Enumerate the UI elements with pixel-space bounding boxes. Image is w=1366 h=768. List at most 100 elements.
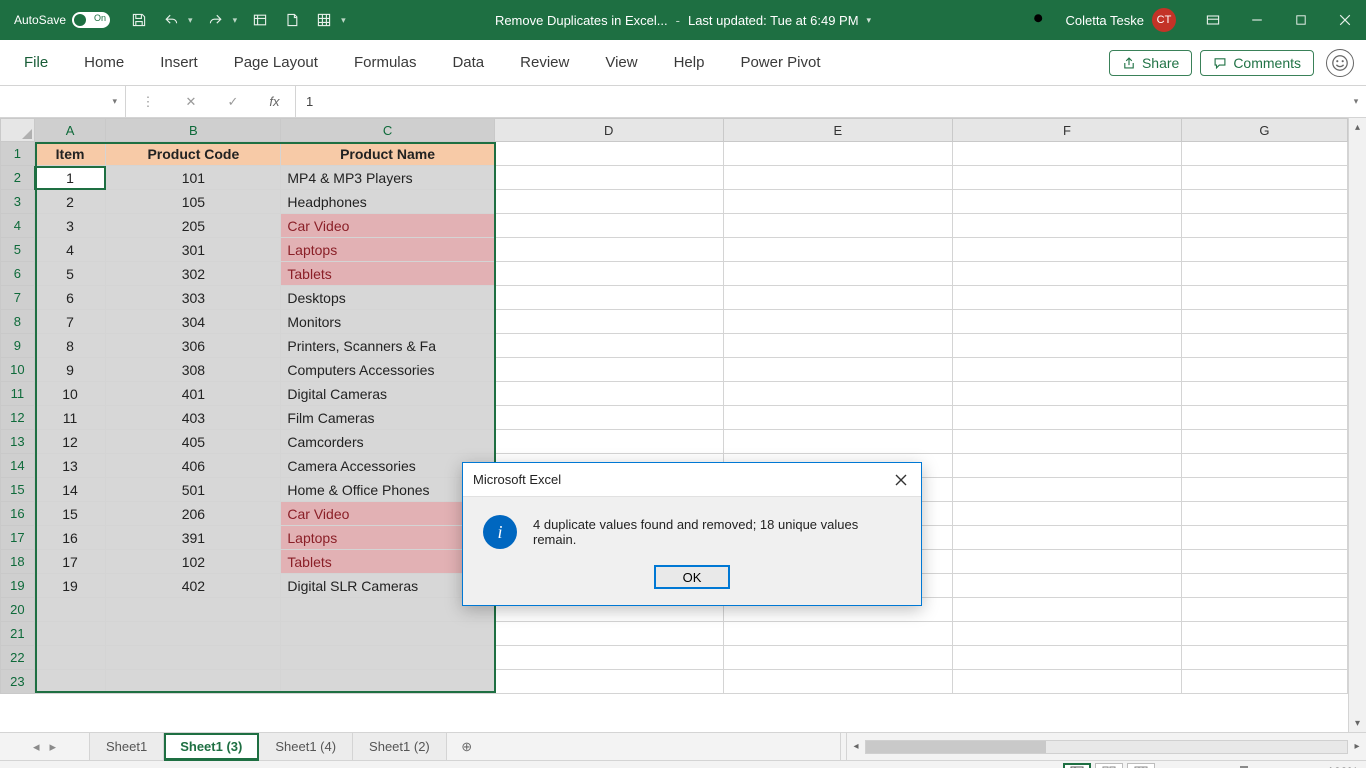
select-all-corner[interactable] <box>1 119 35 142</box>
cell[interactable] <box>723 646 952 670</box>
cell[interactable]: Film Cameras <box>281 406 494 430</box>
cell[interactable] <box>952 382 1181 406</box>
row-header[interactable]: 8 <box>1 310 35 334</box>
table-row[interactable]: 65302Tablets <box>1 262 1348 286</box>
cell[interactable] <box>494 646 723 670</box>
cell[interactable]: 19 <box>34 574 106 598</box>
table-row[interactable]: 22 <box>1 646 1348 670</box>
cell[interactable] <box>952 430 1181 454</box>
col-header-C[interactable]: C <box>281 119 494 142</box>
cell[interactable] <box>494 382 723 406</box>
scroll-right-icon[interactable]: ▸ <box>1348 741 1366 752</box>
ribbon-tab-help[interactable]: Help <box>656 40 723 85</box>
row-header[interactable]: 5 <box>1 238 35 262</box>
cell[interactable] <box>494 214 723 238</box>
cell[interactable] <box>1181 358 1347 382</box>
cell[interactable]: Product Name <box>281 142 494 166</box>
ribbon-display-icon[interactable] <box>1204 11 1222 29</box>
ribbon-tab-insert[interactable]: Insert <box>142 40 216 85</box>
comments-button[interactable]: Comments <box>1200 50 1314 76</box>
row-header[interactable]: 15 <box>1 478 35 502</box>
table-row[interactable]: 76303Desktops <box>1 286 1348 310</box>
cell[interactable] <box>952 670 1181 694</box>
cell[interactable] <box>952 214 1181 238</box>
cell[interactable]: Tablets <box>281 262 494 286</box>
cell[interactable] <box>952 190 1181 214</box>
cell[interactable] <box>1181 334 1347 358</box>
sheet-tab-nav[interactable]: ◂ ▸ <box>0 733 90 760</box>
cell[interactable] <box>494 166 723 190</box>
col-header-A[interactable]: A <box>34 119 106 142</box>
cell[interactable] <box>106 670 281 694</box>
ribbon-tab-file[interactable]: File <box>6 40 66 85</box>
search-icon[interactable] <box>1031 11 1047 30</box>
dialog-ok-button[interactable]: OK <box>654 565 730 589</box>
qat-icon-3[interactable] <box>315 11 333 29</box>
cell[interactable] <box>723 334 952 358</box>
cell[interactable] <box>106 622 281 646</box>
table-row[interactable]: 43205Car Video <box>1 214 1348 238</box>
sheet-tab[interactable]: Sheet1 (3) <box>164 733 259 761</box>
cell[interactable]: 501 <box>106 478 281 502</box>
cell[interactable] <box>1181 214 1347 238</box>
cell[interactable] <box>1181 382 1347 406</box>
cell[interactable] <box>952 166 1181 190</box>
cell[interactable] <box>723 358 952 382</box>
cell[interactable] <box>723 622 952 646</box>
tab-nav-prev-icon[interactable]: ◂ <box>33 739 40 755</box>
cell[interactable] <box>494 358 723 382</box>
cell[interactable]: 16 <box>34 526 106 550</box>
cell[interactable] <box>281 670 494 694</box>
ribbon-tab-review[interactable]: Review <box>502 40 587 85</box>
cell[interactable]: Product Code <box>106 142 281 166</box>
cell[interactable] <box>952 646 1181 670</box>
cell[interactable] <box>723 214 952 238</box>
cell[interactable] <box>34 622 106 646</box>
cell[interactable]: 14 <box>34 478 106 502</box>
spreadsheet-grid[interactable]: A B C D E F G 1 Item Product Code Produc… <box>0 118 1348 694</box>
table-row[interactable]: 109308Computers Accessories <box>1 358 1348 382</box>
close-icon[interactable] <box>1336 11 1354 29</box>
undo-dropdown-icon[interactable]: ▾ <box>188 15 193 26</box>
cell[interactable] <box>1181 406 1347 430</box>
cell[interactable]: Printers, Scanners & Fa <box>281 334 494 358</box>
sheet-tab[interactable]: Sheet1 (4) <box>259 733 353 760</box>
sheet-tab[interactable]: Sheet1 (2) <box>353 733 447 760</box>
name-box[interactable]: ▾ <box>0 86 126 117</box>
cell[interactable]: 6 <box>34 286 106 310</box>
row-header[interactable]: 11 <box>1 382 35 406</box>
formula-bar-expand-icon[interactable]: ▾ <box>1346 86 1366 117</box>
cell[interactable]: 17 <box>34 550 106 574</box>
maximize-icon[interactable] <box>1292 11 1310 29</box>
cell[interactable]: Headphones <box>281 190 494 214</box>
row-header[interactable]: 21 <box>1 622 35 646</box>
cell[interactable] <box>952 478 1181 502</box>
cell[interactable] <box>1181 310 1347 334</box>
save-icon[interactable] <box>130 11 148 29</box>
cell[interactable] <box>952 502 1181 526</box>
cell[interactable] <box>1181 646 1347 670</box>
column-headers[interactable]: A B C D E F G <box>1 119 1348 142</box>
row-header[interactable]: 20 <box>1 598 35 622</box>
cell[interactable] <box>952 622 1181 646</box>
ribbon-tab-data[interactable]: Data <box>434 40 502 85</box>
row-header[interactable]: 16 <box>1 502 35 526</box>
row-header[interactable]: 22 <box>1 646 35 670</box>
cell[interactable] <box>494 190 723 214</box>
cell[interactable]: 406 <box>106 454 281 478</box>
fx-icon[interactable]: fx <box>269 94 279 109</box>
formula-menu-icon[interactable]: ⋮ <box>142 94 155 110</box>
table-row[interactable]: 1211403Film Cameras <box>1 406 1348 430</box>
cell[interactable] <box>1181 190 1347 214</box>
cell[interactable] <box>1181 238 1347 262</box>
col-header-B[interactable]: B <box>106 119 281 142</box>
cell[interactable]: Computers Accessories <box>281 358 494 382</box>
cell[interactable]: 205 <box>106 214 281 238</box>
cell[interactable] <box>952 334 1181 358</box>
cell[interactable]: 5 <box>34 262 106 286</box>
cell[interactable] <box>723 286 952 310</box>
cell[interactable] <box>494 406 723 430</box>
dialog-close-icon[interactable] <box>891 470 911 490</box>
table-row[interactable]: 21 <box>1 622 1348 646</box>
row-header[interactable]: 2 <box>1 166 35 190</box>
